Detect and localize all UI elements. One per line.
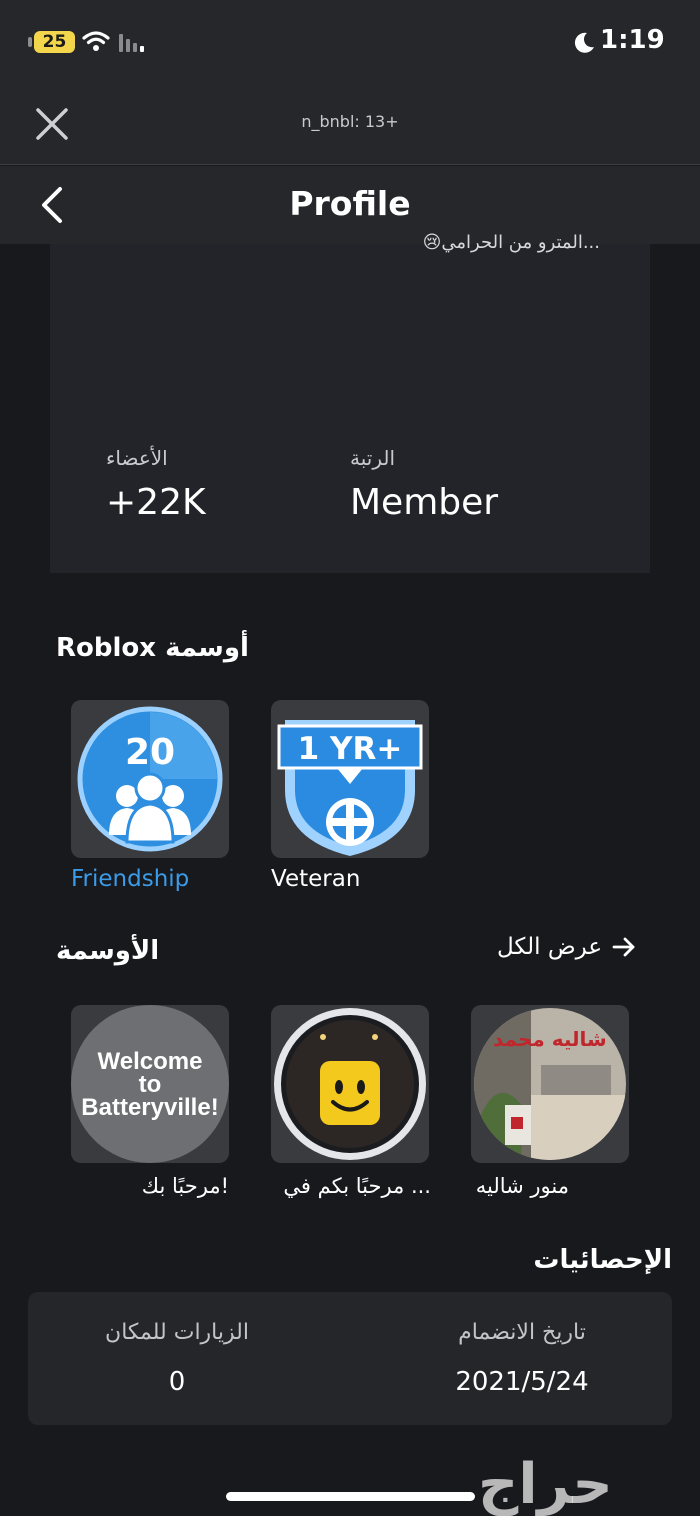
join-date-value: 2021/5/24 — [455, 1367, 589, 1397]
page-title: Profile — [289, 184, 411, 223]
rank-value: Member — [350, 482, 499, 523]
svg-text:20: 20 — [125, 732, 175, 773]
chalet-badge-tile[interactable]: شاليه محمد — [471, 1005, 629, 1163]
cellular-signal-icon — [119, 34, 144, 52]
batteryville-badge-name[interactable]: !مرحبًا بك — [71, 1174, 229, 1198]
veteran-badge-name[interactable]: Veteran — [271, 866, 360, 892]
view-all-label: عرض الكل — [497, 934, 603, 960]
svg-text:1 YR+: 1 YR+ — [298, 731, 403, 767]
members-value: +22K — [106, 482, 206, 523]
friendship-badge-tile[interactable]: 20 — [71, 700, 229, 858]
home-indicator[interactable] — [226, 1492, 475, 1501]
badge-image-text-line: Welcome — [97, 1047, 203, 1075]
batteryville-badge-image: Welcome to Batteryville! — [71, 1005, 229, 1163]
battery-level: 25 — [42, 32, 67, 52]
join-date-label: تاريخ الانضمام — [458, 1320, 586, 1345]
welcome-badge-name[interactable]: ... مرحبًا بكم في — [271, 1174, 431, 1198]
haraj-watermark: حراج — [478, 1452, 613, 1516]
place-visits-label: الزيارات للمكان — [105, 1320, 249, 1345]
battery-indicator: 25 — [34, 31, 75, 53]
veteran-badge-tile[interactable]: 1 YR+ — [271, 700, 429, 858]
browser-domain-text: n_bnbl: 13+ — [301, 112, 399, 131]
friendship-badge-name[interactable]: Friendship — [71, 866, 189, 892]
moon-icon — [574, 32, 594, 53]
view-all-link[interactable]: عرض الكل — [497, 934, 636, 960]
badges-title: الأوسمة — [56, 936, 160, 966]
batteryville-badge-tile[interactable]: Welcome to Batteryville! — [71, 1005, 229, 1163]
chalet-badge-name[interactable]: منور شاليه — [469, 1174, 569, 1198]
badge-image-text-line: to — [138, 1070, 162, 1098]
status-time: 1:19 — [600, 25, 665, 55]
chalet-badge-image-text: شاليه محمد — [493, 1027, 607, 1051]
stats-card — [28, 1292, 672, 1425]
friendship-badge-icon: 20 — [77, 706, 223, 852]
rank-label: الرتبة — [350, 446, 396, 470]
members-label: الأعضاء — [106, 446, 168, 470]
group-info-card — [50, 244, 650, 573]
smiley-face-icon — [274, 1008, 426, 1160]
arrow-right-icon — [612, 937, 635, 957]
group-description: ...المترو من الحرامي😢 — [422, 232, 600, 253]
welcome-badge-tile[interactable] — [271, 1005, 429, 1163]
place-visits-value: 0 — [168, 1367, 186, 1397]
badge-image-text-line: Batteryville! — [81, 1093, 219, 1121]
veteran-badge-icon: 1 YR+ — [277, 720, 423, 856]
battery-tip — [28, 37, 32, 47]
roblox-badges-title: Roblox أوسمة — [56, 633, 249, 663]
stats-title: الإحصائيات — [533, 1245, 672, 1275]
wifi-icon — [82, 31, 110, 51]
